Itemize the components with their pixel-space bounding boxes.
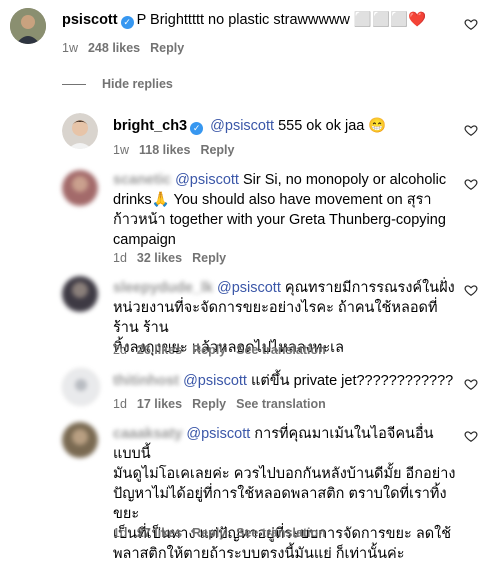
avatar[interactable] xyxy=(62,170,98,206)
comment-emoji-boxes: ⬜⬜⬜ xyxy=(353,12,409,28)
comment-meta: 1d 17 likes Reply See translation xyxy=(113,397,336,411)
comment-text-line: พลาสติกให้ตายถ้าระบบตรงนี้มันแย่ ก็เท่าน… xyxy=(113,546,405,562)
comment-text-line: หน่วยงานที่จะจัดการขยะอย่างไรคะ ถ้าคนใช้… xyxy=(113,300,438,336)
like-heart-icon[interactable] xyxy=(464,17,478,31)
mention-link[interactable]: @psiscott xyxy=(183,373,247,389)
mention-link[interactable]: @psiscott xyxy=(210,118,274,134)
comment-body: caaaksaty @psiscott การที่คุณมาเม้นในไอจ… xyxy=(113,424,458,564)
comment-username[interactable]: scanetic xyxy=(113,172,171,188)
comment-body: bright_ch3 ✓ @psiscott 555 ok ok jaa 😁 xyxy=(113,116,463,136)
comment-body: scanetic @psiscott Sir Si, no monopoly o… xyxy=(113,170,458,250)
reply-button[interactable]: Reply xyxy=(200,143,234,157)
avatar[interactable] xyxy=(10,8,46,44)
avatar[interactable] xyxy=(62,276,98,312)
comment-meta: 1d 27 likes Reply See translation xyxy=(113,526,336,540)
hide-replies-label: Hide replies xyxy=(102,77,173,91)
reply-button[interactable]: Reply xyxy=(192,526,226,540)
comment-body: psiscott ✓ P Brighttttt no plastic strawww… xyxy=(62,10,442,30)
mention-link[interactable]: @psiscott xyxy=(175,172,239,188)
reply-button[interactable]: Reply xyxy=(192,343,226,357)
verified-badge-icon: ✓ xyxy=(190,121,204,135)
comment-likes[interactable]: 26 likes xyxy=(137,343,182,357)
avatar[interactable] xyxy=(62,113,98,149)
comment-time: 1w xyxy=(113,143,129,157)
comment-time: 2d xyxy=(113,343,127,357)
grin-emoji: 😁 xyxy=(368,118,387,134)
avatar-psiscott-image xyxy=(10,8,46,44)
comment-username[interactable]: thitinhost xyxy=(113,373,179,389)
comment-line: sleepydude_lk @psiscott คุณทรายมีการรณรง… xyxy=(113,278,458,298)
avatar[interactable] xyxy=(62,368,100,406)
like-heart-icon[interactable] xyxy=(464,377,478,391)
comment-body: thitinhost @psiscott แต่ขึ้น private jet… xyxy=(113,371,458,391)
comment-likes[interactable]: 17 likes xyxy=(137,397,182,411)
comment-username[interactable]: psiscott xyxy=(62,12,118,28)
comment-likes[interactable]: 27 likes xyxy=(137,526,182,540)
comment-text-line: drinks🙏 You should also have movement on… xyxy=(113,192,432,208)
see-translation-button[interactable]: See translation xyxy=(236,526,326,540)
see-translation-button[interactable]: See translation xyxy=(236,397,326,411)
comment-text-line: ก้าวหน้า together with your Greta Thunbe… xyxy=(113,212,446,228)
comment-line: thitinhost @psiscott แต่ขึ้น private jet… xyxy=(113,371,458,391)
comment-text-line: มันดูไม่โอเคเลยค่ะ ควรไปบอกกันหลังบ้านดี… xyxy=(113,466,456,482)
avatar-blurred-image xyxy=(62,276,98,312)
comment-heart-emoji: ❤️ xyxy=(408,12,427,28)
comment-text-line: campaign xyxy=(113,232,176,248)
comment-time: 1w xyxy=(62,41,78,55)
comment-time: 1d xyxy=(113,526,127,540)
comment-line: caaaksaty @psiscott การที่คุณมาเม้นในไอจ… xyxy=(113,424,458,464)
avatar-blurred-image xyxy=(62,170,98,206)
mention-link[interactable]: @psiscott xyxy=(217,280,281,296)
comment-text-line: Sir Si, no monopoly or alcoholic xyxy=(238,172,447,188)
comment-text: 555 ok ok jaa xyxy=(274,118,369,134)
hide-replies-button[interactable]: Hide replies xyxy=(62,77,173,91)
comment-text-line: ปัญหาไม่ได้อยู่ที่การใช้หลอดพลาสติก ตราบ… xyxy=(113,486,447,522)
comment-username[interactable]: bright_ch3 xyxy=(113,118,187,134)
mention-link[interactable]: @psiscott xyxy=(186,426,250,442)
comment-username[interactable]: sleepydude_lk xyxy=(113,280,213,296)
reply-button[interactable]: Reply xyxy=(150,41,184,55)
like-heart-icon[interactable] xyxy=(464,123,478,137)
comment-likes[interactable]: 32 likes xyxy=(137,251,182,265)
comment-meta: 1w 248 likes Reply xyxy=(62,41,194,55)
comment-time: 1d xyxy=(113,251,127,265)
comment-meta: 1w 118 likes Reply xyxy=(113,143,244,157)
like-heart-icon[interactable] xyxy=(464,429,478,443)
comment-likes[interactable]: 118 likes xyxy=(139,143,190,157)
verified-badge-icon: ✓ xyxy=(120,15,134,29)
avatar-blurred-image xyxy=(62,422,98,458)
see-translation-button[interactable]: See translation xyxy=(236,343,326,357)
comment-likes[interactable]: 248 likes xyxy=(88,41,140,55)
comment-meta: 1d 32 likes Reply xyxy=(113,251,236,265)
comment-text-line: คุณทรายมีการรณรงค์ในฝั่ง xyxy=(280,280,455,296)
comment-text-line: แต่ขึ้น private jet???????????? xyxy=(246,373,454,389)
hide-replies-divider xyxy=(62,83,86,85)
like-heart-icon[interactable] xyxy=(464,177,478,191)
avatar-bright-image xyxy=(62,113,98,149)
like-heart-icon[interactable] xyxy=(464,283,478,297)
comment-text: P Brighttttt no plastic strawwwww xyxy=(136,12,354,28)
comment-meta: 2d 26 likes Reply See translation xyxy=(113,343,336,357)
avatar-blurred-image xyxy=(63,369,99,405)
comment-line: scanetic @psiscott Sir Si, no monopoly o… xyxy=(113,170,458,190)
comment-time: 1d xyxy=(113,397,127,411)
reply-button[interactable]: Reply xyxy=(192,251,226,265)
comment-username[interactable]: caaaksaty xyxy=(113,426,182,442)
reply-button[interactable]: Reply xyxy=(192,397,226,411)
avatar[interactable] xyxy=(62,422,98,458)
